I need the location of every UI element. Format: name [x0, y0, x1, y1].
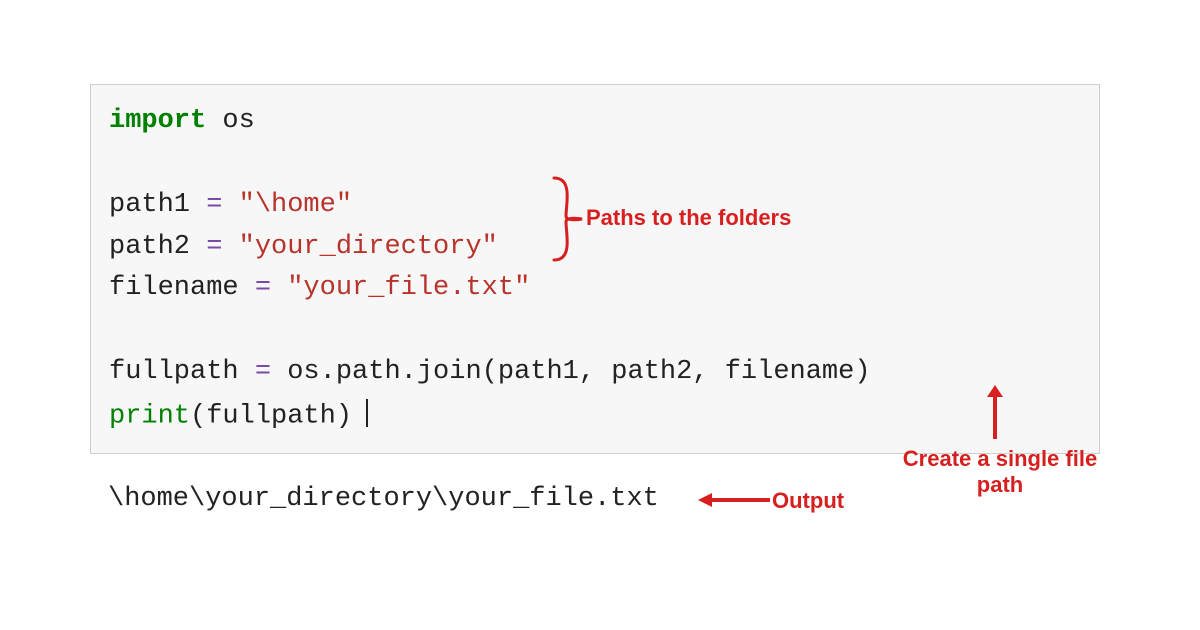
annotation-paths: Paths to the folders — [586, 205, 791, 231]
code-block: import os path1 = "\home" path2 = "your_… — [90, 84, 1100, 454]
canvas: import os path1 = "\home" path2 = "your_… — [0, 0, 1200, 630]
text-cursor-icon — [366, 399, 368, 427]
var-filename: filename — [109, 273, 239, 303]
expr-join: os.path.join(path1, path2, filename) — [287, 357, 870, 387]
arrow-left-icon — [698, 490, 772, 510]
annotation-create-line1: Create a single file — [903, 446, 1097, 471]
str-path1: "\home" — [239, 190, 352, 220]
module-os: os — [222, 106, 254, 136]
arrow-up-icon — [983, 385, 1007, 441]
keyword-import: import — [109, 106, 206, 136]
str-filename: "your_file.txt" — [287, 273, 530, 303]
str-path2: "your_directory" — [239, 232, 498, 262]
fn-print: print — [109, 401, 190, 431]
var-path2: path2 — [109, 232, 190, 262]
eq-3: = — [255, 273, 271, 303]
output-text: \home\your_directory\your_file.txt — [108, 484, 659, 514]
args-print: (fullpath) — [190, 401, 352, 431]
annotation-output: Output — [772, 488, 844, 514]
eq-2: = — [206, 232, 222, 262]
var-fullpath: fullpath — [109, 357, 239, 387]
eq-4: = — [255, 357, 271, 387]
annotation-create: Create a single file path — [895, 446, 1105, 499]
eq-1: = — [206, 190, 222, 220]
annotation-create-line2: path — [977, 472, 1023, 497]
var-path1: path1 — [109, 190, 190, 220]
